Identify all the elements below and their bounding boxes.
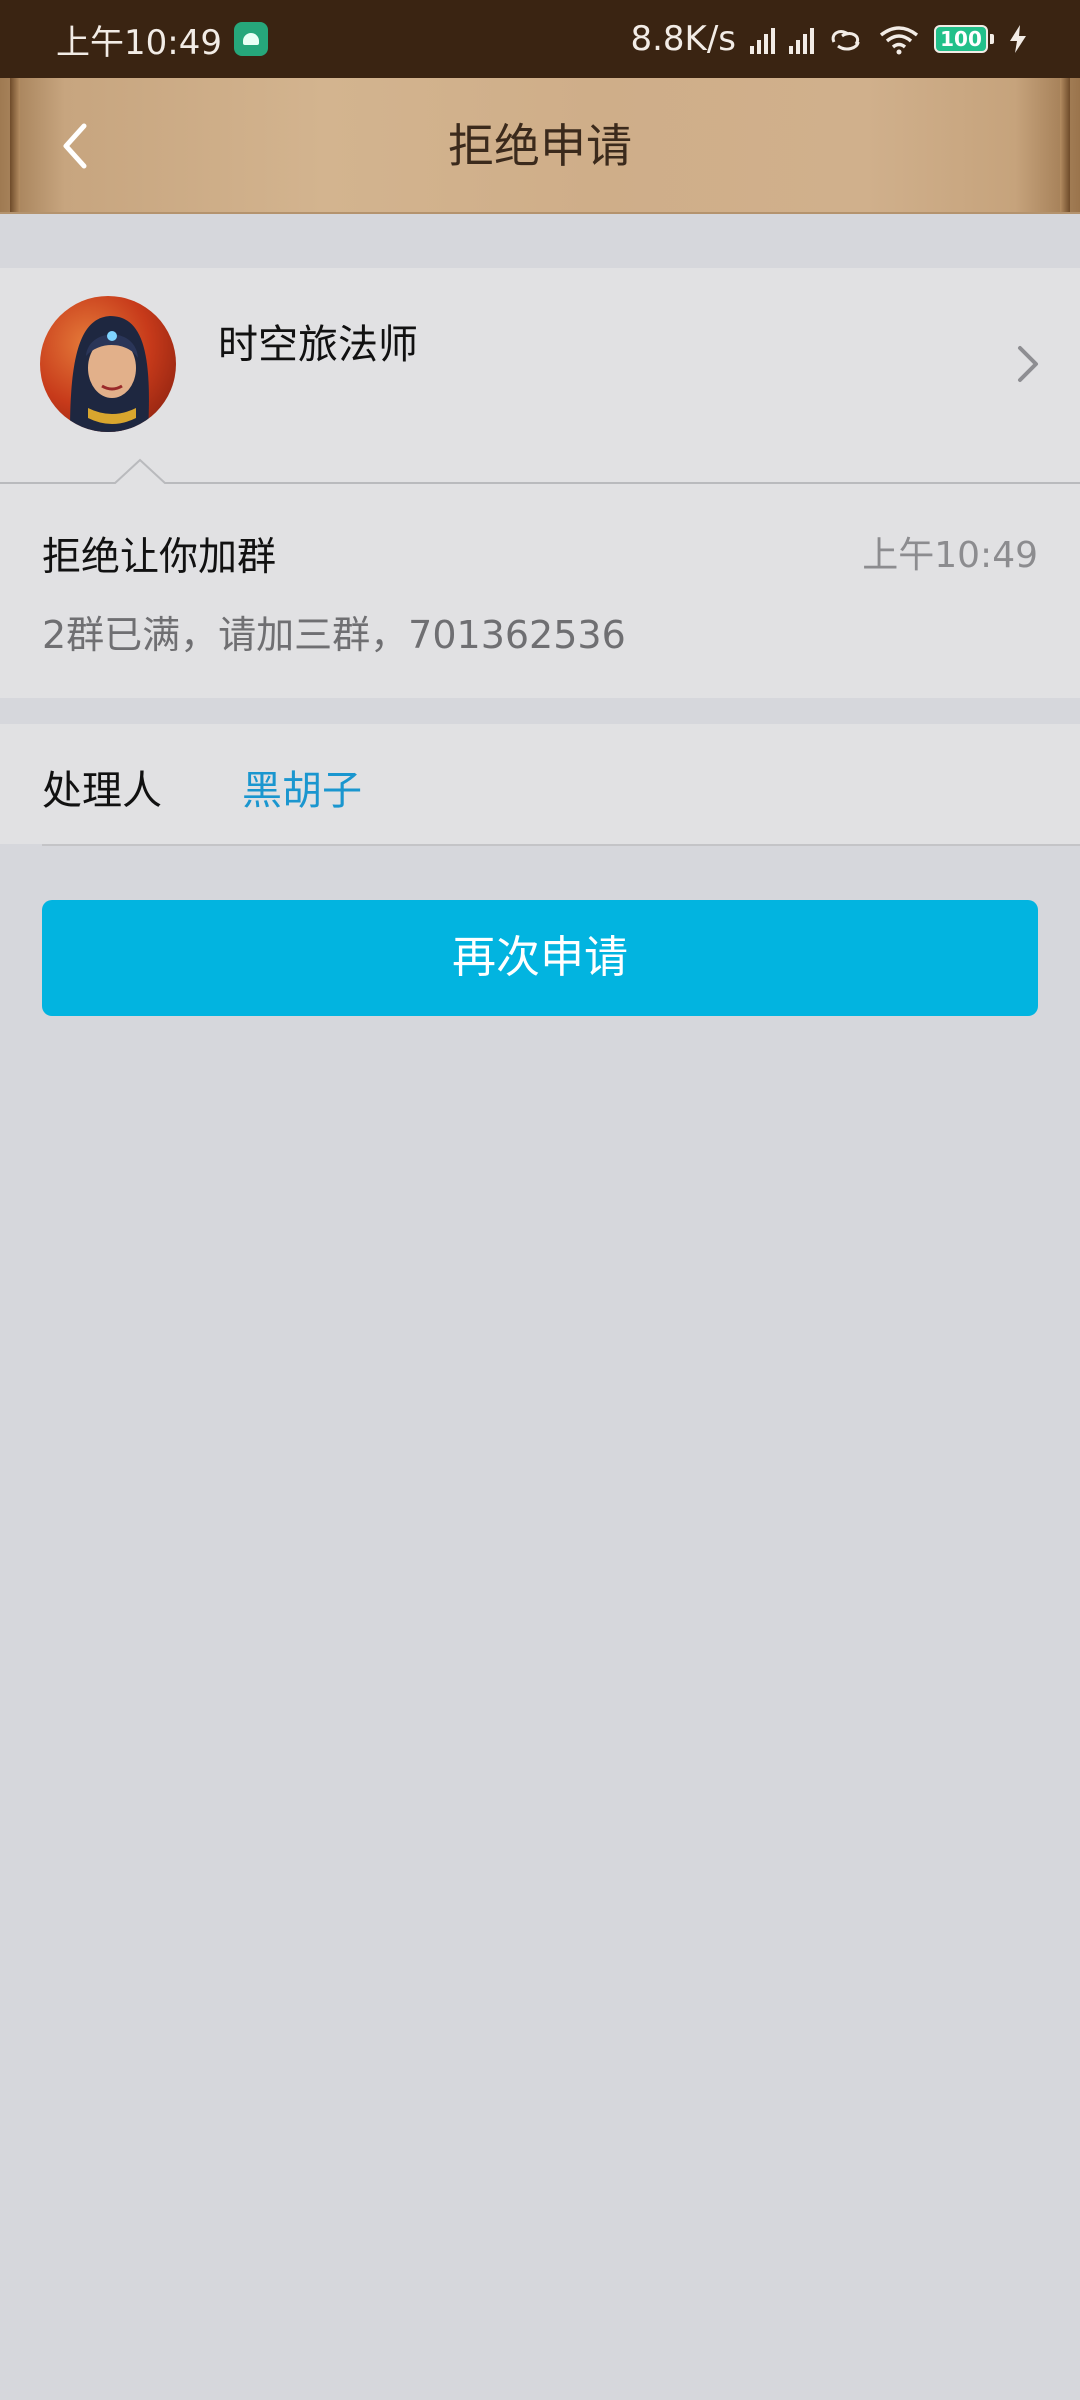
message-body: 2群已满，请加三群，701362536	[42, 613, 626, 657]
speech-pointer	[114, 458, 166, 485]
avatar-image	[70, 316, 149, 432]
page-title: 拒绝申请	[448, 119, 632, 173]
message-title: 拒绝让你加群	[42, 535, 277, 580]
reapply-button[interactable]: 再次申请	[42, 900, 1038, 1016]
status-left: 上午10:49	[56, 15, 268, 64]
status-bar: 上午10:49 8.8K/s 100	[0, 0, 1080, 78]
divider	[42, 844, 1080, 846]
avatar[interactable]	[40, 296, 176, 432]
charging-icon	[1010, 25, 1026, 53]
status-time: 上午10:49	[56, 22, 222, 63]
title-bar: 拒绝申请	[0, 78, 1080, 214]
user-name[interactable]: 时空旅法师	[218, 312, 418, 370]
handler-name-link[interactable]: 黑胡子	[242, 758, 362, 816]
status-right: 8.8K/s 100	[630, 19, 1028, 59]
rejection-message	[0, 484, 1080, 698]
network-speed: 8.8K/s	[630, 19, 736, 59]
chevron-right-icon[interactable]	[1010, 342, 1046, 386]
profile-card[interactable]	[0, 268, 1080, 482]
link-icon	[831, 30, 860, 51]
signal-icon	[750, 24, 775, 54]
handler-row	[0, 724, 1080, 844]
message-time: 上午10:49	[862, 535, 1038, 576]
signal-icon	[789, 24, 814, 54]
handler-label: 处理人	[42, 768, 162, 814]
app-notification-icon	[233, 22, 268, 56]
wifi-icon	[879, 26, 919, 55]
battery-level: 100	[934, 25, 988, 53]
battery-icon: 100	[934, 25, 994, 53]
